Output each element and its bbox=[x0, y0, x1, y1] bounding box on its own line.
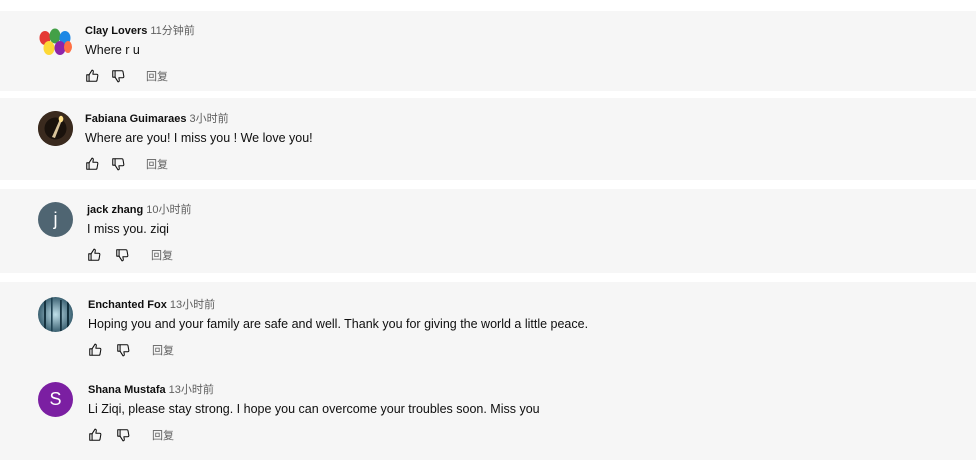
author-name[interactable]: Enchanted Fox bbox=[88, 299, 167, 311]
thumbs-down-icon[interactable] bbox=[116, 343, 130, 357]
reply-button[interactable]: 回复 bbox=[151, 248, 173, 264]
comment-item: Clay Lovers 11分钟前 Where r u 回复 bbox=[0, 23, 976, 107]
comment-meta: Fabiana Guimaraes 3小时前 bbox=[85, 111, 229, 127]
comment-time[interactable]: 13小时前 bbox=[170, 299, 215, 311]
thumbs-up-icon[interactable] bbox=[85, 157, 99, 171]
comment-text: Where are you! I miss you ! We love you! bbox=[85, 131, 313, 145]
avatar-letter: S bbox=[49, 389, 62, 409]
author-name[interactable]: Fabiana Guimaraes bbox=[85, 113, 187, 125]
avatar[interactable] bbox=[38, 297, 73, 332]
thumbs-down-icon[interactable] bbox=[111, 157, 125, 171]
thumbs-up-icon[interactable] bbox=[87, 248, 101, 262]
comment-text: Where r u bbox=[85, 43, 140, 57]
author-name[interactable]: Shana Mustafa bbox=[88, 384, 166, 396]
reply-button[interactable]: 回复 bbox=[152, 343, 174, 359]
comment-text: Hoping you and your family are safe and … bbox=[88, 317, 589, 331]
comment-text: Li Ziqi, please stay strong. I hope you … bbox=[88, 402, 540, 416]
reply-button[interactable]: 回复 bbox=[152, 428, 174, 444]
author-name[interactable]: jack zhang bbox=[87, 204, 143, 216]
author-name[interactable]: Clay Lovers bbox=[85, 25, 147, 37]
comment-item: Fabiana Guimaraes 3小时前 Where are you! I m… bbox=[0, 111, 976, 195]
thumbs-up-icon[interactable] bbox=[85, 69, 99, 83]
comment-time[interactable]: 3小时前 bbox=[190, 113, 229, 125]
comment-time[interactable]: 10小时前 bbox=[146, 204, 191, 216]
reply-button[interactable]: 回复 bbox=[146, 157, 168, 173]
avatar-letter: j bbox=[53, 209, 58, 229]
comment-item: Enchanted Fox 13小时前 Hoping you and your f… bbox=[0, 297, 976, 381]
comment-time[interactable]: 11分钟前 bbox=[150, 25, 194, 37]
comment-meta: Clay Lovers 11分钟前 bbox=[85, 23, 195, 39]
thumbs-down-icon[interactable] bbox=[115, 248, 129, 262]
comment-time[interactable]: 13小时前 bbox=[169, 384, 214, 396]
comment-meta: Enchanted Fox 13小时前 bbox=[88, 297, 215, 313]
comment-item: S Shana Mustafa 13小时前 Li Ziqi, please sta… bbox=[0, 382, 976, 466]
thumbs-up-icon[interactable] bbox=[88, 428, 102, 442]
comment-meta: Shana Mustafa 13小时前 bbox=[88, 382, 214, 398]
avatar[interactable] bbox=[38, 111, 73, 146]
thumbs-up-icon[interactable] bbox=[88, 343, 102, 357]
comment-text: I miss you. ziqi bbox=[87, 222, 169, 236]
avatar[interactable]: j bbox=[38, 202, 73, 237]
reply-button[interactable]: 回复 bbox=[146, 69, 168, 85]
avatar[interactable] bbox=[38, 25, 73, 60]
thumbs-down-icon[interactable] bbox=[111, 69, 125, 83]
thumbs-down-icon[interactable] bbox=[116, 428, 130, 442]
avatar[interactable]: S bbox=[38, 382, 73, 417]
comment-item: j jack zhang 10小时前 I miss you. ziqi 回复 bbox=[0, 202, 976, 286]
comment-meta: jack zhang 10小时前 bbox=[87, 202, 192, 218]
